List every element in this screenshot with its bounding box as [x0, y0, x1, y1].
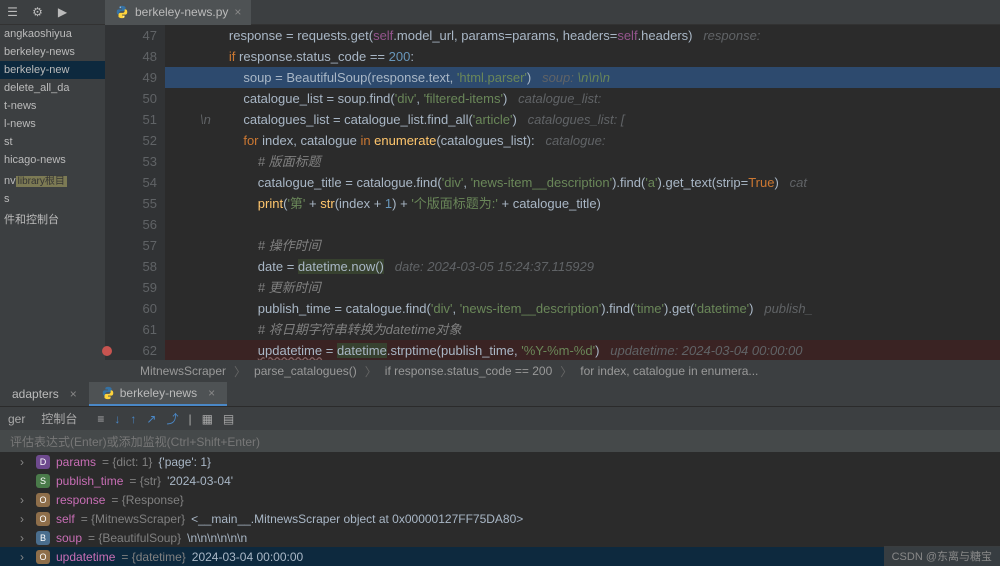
variables-panel[interactable]: ›Dparams = {dict: 1} {'page': 1}Spublish… [0, 452, 1000, 566]
menu-icon[interactable]: ☰ [0, 5, 25, 19]
console-tab[interactable]: 控制台 [41, 410, 77, 427]
run-icon[interactable]: ▶ [50, 5, 75, 19]
eval-input[interactable]: 评估表达式(Enter)或添加监视(Ctrl+Shift+Enter) [0, 430, 1000, 452]
gutter: 47484950515253545556575859606162 [105, 25, 165, 360]
breadcrumb-item[interactable]: MitnewsScraper [140, 364, 226, 378]
editor[interactable]: response = requests.get(self.model_url, … [165, 25, 1000, 360]
close-icon[interactable]: × [234, 5, 241, 19]
python-icon [115, 5, 129, 19]
var-row[interactable]: ›Oupdatetime = {datetime} 2024-03-04 00:… [0, 547, 1000, 566]
project-sidebar[interactable]: angkaoshiyuaberkeley-newsberkeley-newdel… [0, 25, 105, 360]
breadcrumb-item[interactable]: parse_catalogues() [254, 364, 357, 378]
sidebar-item[interactable]: s [0, 190, 105, 208]
gear-icon[interactable]: ⚙ [25, 5, 50, 19]
sidebar-item[interactable]: hicago-news [0, 151, 105, 169]
var-row[interactable]: ›Bsoup = {BeautifulSoup} \n\n\n\n\n\n [0, 528, 1000, 547]
sidebar-item[interactable]: 件和控制台 [0, 208, 105, 230]
sidebar-item[interactable]: st [0, 133, 105, 151]
var-row[interactable]: Spublish_time = {str} '2024-03-04' [0, 471, 1000, 490]
sidebar-item[interactable]: delete_all_da [0, 79, 105, 97]
sidebar-item[interactable]: berkeley-new [0, 61, 105, 79]
breadcrumb[interactable]: MitnewsScraper〉parse_catalogues()〉if res… [0, 360, 1000, 382]
tab-adapters[interactable]: adapters× [0, 382, 89, 406]
sidebar-item[interactable]: berkeley-news [0, 43, 105, 61]
sidebar-item[interactable]: nvlibrary根目 [0, 169, 105, 190]
debug-toolbar[interactable]: ger 控制台 ≡ ↓↑↗⤴ |▦▤ [0, 406, 1000, 430]
footer: CSDN @东离与糖宝 [884, 546, 1000, 566]
python-icon [101, 386, 115, 400]
tab-label: berkeley-news.py [135, 5, 228, 19]
sidebar-item[interactable]: t-news [0, 97, 105, 115]
debugger-label: ger [8, 412, 25, 426]
breadcrumb-item[interactable]: for index, catalogue in enumera... [580, 364, 758, 378]
var-row[interactable]: ›Dparams = {dict: 1} {'page': 1} [0, 452, 1000, 471]
sidebar-item[interactable]: l-news [0, 115, 105, 133]
var-row[interactable]: ›Oself = {MitnewsScraper} <__main__.Mitn… [0, 509, 1000, 528]
sidebar-item[interactable]: angkaoshiyua [0, 25, 105, 43]
breadcrumb-item[interactable]: if response.status_code == 200 [385, 364, 552, 378]
tab-berkeley-news[interactable]: berkeley-news× [89, 382, 227, 406]
file-tab[interactable]: berkeley-news.py × [105, 0, 251, 25]
var-row[interactable]: ›Oresponse = {Response} [0, 490, 1000, 509]
